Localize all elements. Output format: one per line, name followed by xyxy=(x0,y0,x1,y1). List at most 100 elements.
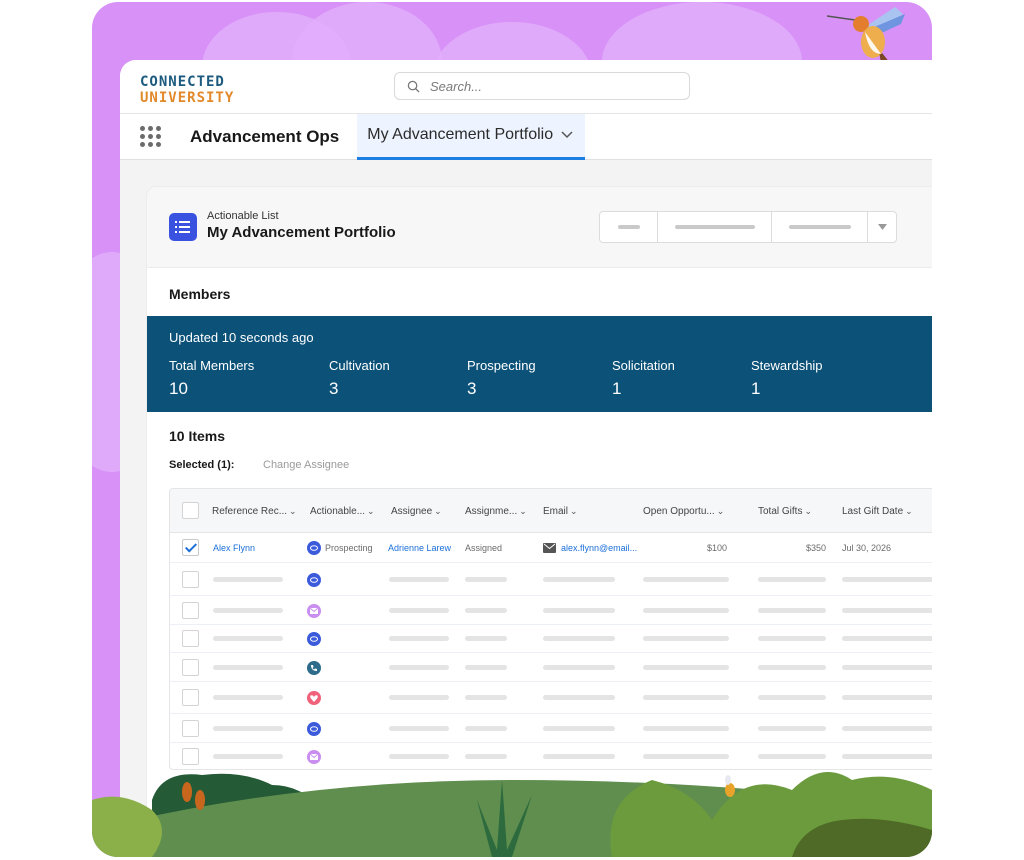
skeleton-placeholder xyxy=(643,695,729,700)
skeleton-placeholder xyxy=(465,726,507,731)
more-actions-button[interactable] xyxy=(868,212,896,242)
stat-value: 3 xyxy=(329,379,339,398)
skeleton-placeholder xyxy=(643,636,729,641)
search-input[interactable] xyxy=(430,78,650,94)
tab-label: My Advancement Portfolio xyxy=(367,126,554,143)
skeleton-placeholder xyxy=(842,636,932,641)
global-search[interactable] xyxy=(394,72,690,100)
column-header[interactable]: Actionable... ⌄ xyxy=(310,506,375,517)
search-icon xyxy=(407,80,420,93)
skeleton-placeholder xyxy=(842,665,932,670)
stat-value: 1 xyxy=(751,379,761,398)
logo-line-2: UNIVERSITY xyxy=(140,90,235,106)
stat-value: 10 xyxy=(169,379,188,398)
skeleton-placeholder xyxy=(389,695,449,700)
skeleton-placeholder xyxy=(389,577,449,582)
row-checkbox[interactable] xyxy=(182,571,199,588)
row-checkbox[interactable] xyxy=(182,602,199,619)
skeleton-placeholder xyxy=(213,665,283,670)
skeleton-placeholder xyxy=(389,726,449,731)
skeleton-placeholder xyxy=(842,695,932,700)
stat-cultivation: Cultivation 3 xyxy=(329,358,390,399)
row-checkbox[interactable] xyxy=(182,659,199,676)
row-checkbox[interactable] xyxy=(182,539,199,556)
column-header[interactable]: Email ⌄ xyxy=(543,506,578,517)
skeleton-placeholder xyxy=(842,726,932,731)
action-button-2[interactable] xyxy=(658,212,772,242)
skeleton-placeholder xyxy=(543,695,615,700)
members-table: Reference Rec... ⌄ Actionable... ⌄ Assigne… xyxy=(169,488,932,770)
actionable-list-icon xyxy=(169,213,197,241)
chevron-down-icon[interactable] xyxy=(561,131,573,139)
skeleton-placeholder xyxy=(465,608,507,613)
global-header: CONNECTED UNIVERSITY xyxy=(120,60,932,114)
skeleton-placeholder xyxy=(758,695,826,700)
column-header[interactable]: Last Gift Date ⌄ xyxy=(842,506,913,517)
nature-scene-illustration xyxy=(92,772,932,857)
stat-solicitation: Solicitation 1 xyxy=(612,358,675,399)
column-header[interactable]: Assignee ⌄ xyxy=(391,506,442,517)
caret-down-icon xyxy=(877,224,887,230)
skeleton-placeholder xyxy=(643,665,729,670)
table-row[interactable] xyxy=(170,625,932,653)
skeleton-placeholder xyxy=(465,636,507,641)
brand-logo[interactable]: CONNECTED UNIVERSITY xyxy=(140,74,234,106)
row-checkbox[interactable] xyxy=(182,689,199,706)
skeleton-placeholder xyxy=(213,726,283,731)
tab-my-advancement-portfolio[interactable]: My Advancement Portfolio xyxy=(357,113,586,160)
action-button-1[interactable] xyxy=(600,212,658,242)
table-row[interactable]: Alex Flynn Prospecting Adrienne Larew As… xyxy=(170,533,932,563)
stat-prospecting: Prospecting 3 xyxy=(467,358,536,399)
row-checkbox[interactable] xyxy=(182,720,199,737)
heart-icon xyxy=(307,691,321,705)
skeleton-placeholder xyxy=(389,665,449,670)
prospecting-icon xyxy=(307,573,321,587)
change-assignee-button[interactable]: Change Assignee xyxy=(263,459,349,471)
phone-icon xyxy=(307,661,321,675)
stat-label: Prospecting xyxy=(467,358,536,373)
email-link[interactable]: alex.flynn@email... xyxy=(561,543,637,553)
prospecting-icon xyxy=(307,632,321,646)
action-button-3[interactable] xyxy=(772,212,868,242)
table-row[interactable] xyxy=(170,714,932,743)
assignee-link[interactable]: Adrienne Larew xyxy=(388,543,451,553)
last-gift-date-value: Jul 30, 2026 xyxy=(842,543,892,553)
record-title: My Advancement Portfolio xyxy=(207,224,396,241)
record-header: Actionable List My Advancement Portfolio xyxy=(146,186,932,268)
column-header[interactable]: Total Gifts ⌄ xyxy=(758,506,812,517)
email-icon xyxy=(543,543,556,553)
skeleton-placeholder xyxy=(389,636,449,641)
open-opportunities-value: $100 xyxy=(707,543,728,553)
skeleton-placeholder xyxy=(758,636,826,641)
table-row[interactable] xyxy=(170,653,932,682)
skeleton-placeholder xyxy=(758,665,826,670)
table-row[interactable] xyxy=(170,682,932,714)
skeleton-placeholder xyxy=(213,577,283,582)
actionable-status: Prospecting xyxy=(325,543,373,553)
stat-label: Solicitation xyxy=(612,358,675,373)
total-gifts-value: $350 xyxy=(806,543,827,553)
app-launcher-icon[interactable] xyxy=(140,125,162,148)
items-count: 10 Items xyxy=(169,428,226,444)
skeleton-placeholder xyxy=(842,608,932,613)
skeleton-placeholder xyxy=(543,726,615,731)
table-row[interactable] xyxy=(170,596,932,625)
skeleton-placeholder xyxy=(465,665,507,670)
skeleton-placeholder xyxy=(842,577,932,582)
app-name: Advancement Ops xyxy=(190,126,340,146)
column-header[interactable]: Open Opportu... ⌄ xyxy=(643,506,724,517)
row-checkbox[interactable] xyxy=(182,630,199,647)
select-all-checkbox[interactable] xyxy=(182,502,199,519)
prospecting-icon xyxy=(307,541,321,555)
column-header[interactable]: Reference Rec... ⌄ xyxy=(212,506,297,517)
stat-total-members: Total Members 10 xyxy=(169,358,254,399)
members-stats-banner: Updated 10 seconds ago Total Members 10 … xyxy=(147,316,932,412)
table-row[interactable] xyxy=(170,563,932,596)
stat-value: 1 xyxy=(612,379,622,398)
stat-label: Stewardship xyxy=(751,358,823,373)
members-title: Members xyxy=(169,286,231,302)
reference-record-link[interactable]: Alex Flynn xyxy=(213,543,255,553)
skeleton-placeholder xyxy=(465,577,507,582)
assignment-status: Assigned xyxy=(465,543,503,553)
column-header[interactable]: Assignme... ⌄ xyxy=(465,506,527,517)
